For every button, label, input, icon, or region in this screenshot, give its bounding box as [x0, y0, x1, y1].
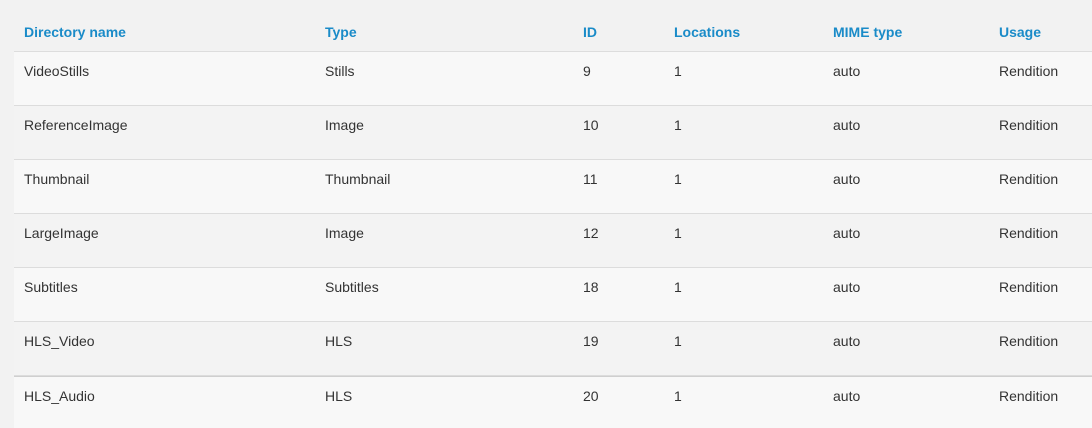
cell-usage: Rendition: [999, 171, 1059, 187]
cell-directory-name: ReferenceImage: [24, 117, 128, 133]
cell-directory-name: Thumbnail: [24, 171, 90, 187]
cell-usage: Rendition: [999, 225, 1059, 241]
cell-usage: Rendition: [999, 63, 1059, 79]
cell-locations: 1: [674, 333, 682, 349]
column-header-locations[interactable]: Locations: [674, 24, 740, 40]
cell-mime-type: auto: [833, 171, 861, 187]
column-header-type[interactable]: Type: [325, 24, 357, 40]
cell-id: 12: [583, 225, 599, 241]
cell-directory-name: VideoStills: [24, 63, 90, 79]
cell-locations: 1: [674, 225, 682, 241]
cell-mime-type: auto: [833, 63, 861, 79]
cell-id: 11: [583, 171, 598, 187]
cell-locations: 1: [674, 171, 682, 187]
cell-type: HLS: [325, 333, 353, 349]
cell-mime-type: auto: [833, 388, 861, 404]
cell-mime-type: auto: [833, 279, 861, 295]
column-header-mime-type[interactable]: MIME type: [833, 24, 902, 40]
table-row[interactable]: HLS_Audio HLS 20 1 auto Rendition: [14, 376, 1092, 428]
cell-usage: Rendition: [999, 388, 1059, 404]
column-header-id[interactable]: ID: [583, 24, 597, 40]
directories-table: Directory name Type ID Locations MIME ty…: [14, 14, 1092, 428]
cell-type: Subtitles: [325, 279, 379, 295]
cell-locations: 1: [674, 388, 682, 404]
cell-id: 9: [583, 63, 591, 79]
table-row[interactable]: Thumbnail Thumbnail 11 1 auto Rendition: [14, 160, 1092, 214]
cell-id: 20: [583, 388, 599, 404]
cell-mime-type: auto: [833, 117, 861, 133]
cell-locations: 1: [674, 117, 682, 133]
cell-type: HLS: [325, 388, 353, 404]
cell-type: Image: [325, 225, 364, 241]
table-row[interactable]: ReferenceImage Image 10 1 auto Rendition: [14, 106, 1092, 160]
cell-directory-name: Subtitles: [24, 279, 78, 295]
table-row[interactable]: Subtitles Subtitles 18 1 auto Rendition: [14, 268, 1092, 322]
cell-mime-type: auto: [833, 225, 861, 241]
column-header-usage[interactable]: Usage: [999, 24, 1041, 40]
table-header: Directory name Type ID Locations MIME ty…: [14, 14, 1092, 52]
table-row[interactable]: HLS_Video HLS 19 1 auto Rendition: [14, 322, 1092, 376]
cell-locations: 1: [674, 63, 682, 79]
cell-type: Stills: [325, 63, 355, 79]
cell-directory-name: HLS_Audio: [24, 388, 95, 404]
cell-usage: Rendition: [999, 279, 1059, 295]
cell-id: 10: [583, 117, 599, 133]
cell-type: Thumbnail: [325, 171, 391, 187]
cell-type: Image: [325, 117, 364, 133]
cell-mime-type: auto: [833, 333, 861, 349]
column-header-directory-name[interactable]: Directory name: [24, 24, 126, 40]
table-row[interactable]: LargeImage Image 12 1 auto Rendition: [14, 214, 1092, 268]
cell-id: 18: [583, 279, 599, 295]
cell-usage: Rendition: [999, 333, 1059, 349]
table-row[interactable]: VideoStills Stills 9 1 auto Rendition: [14, 52, 1092, 106]
cell-id: 19: [583, 333, 599, 349]
cell-directory-name: LargeImage: [24, 225, 99, 241]
cell-locations: 1: [674, 279, 682, 295]
cell-usage: Rendition: [999, 117, 1059, 133]
cell-directory-name: HLS_Video: [24, 333, 95, 349]
